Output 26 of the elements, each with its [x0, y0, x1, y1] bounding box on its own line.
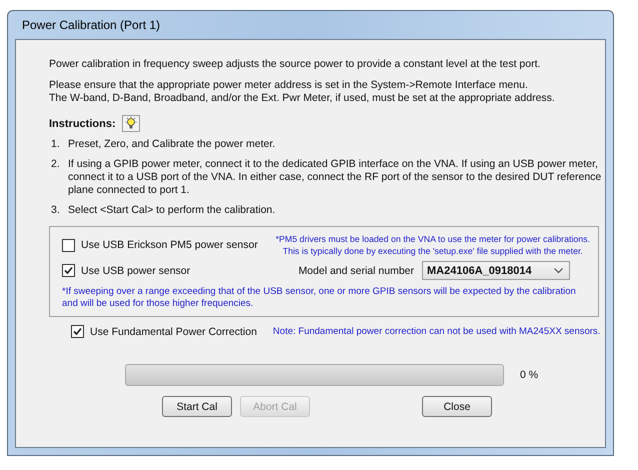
- pm5-note: *PM5 drivers must be loaded on the VNA to use the meter for power calibrations. This is typically done by executing the 'setup.exe' file supplied with the meter.: [276, 233, 590, 257]
- step-number: 3.: [50, 204, 61, 217]
- description-text: Please ensure that the appropriate power meter address is set in the System->Remote Interface menu. The W-band, D-Band, Broadband, and/or the Ext. Pwr Meter, if used, must be set at the appropriate address.: [49, 79, 556, 105]
- checkbox-label: Use USB Erickson PM5 power sensor: [81, 239, 258, 251]
- model-dropdown[interactable]: MA24106A_0918014: [422, 261, 570, 280]
- checkbox[interactable]: [71, 325, 84, 338]
- progress-reading: 0 %: [520, 369, 538, 381]
- model-label: Model and serial number: [298, 264, 414, 276]
- step-number: 1.: [50, 138, 61, 151]
- step-text: If using a GPIB power meter, connect it to the dedicated GPIB interface on the VNA. If using an USB power meter, connect it to a USB port of the VNA. In either case, connect the RF port of the sensor to the desired DUT reference plane connected to port 1.: [68, 158, 602, 197]
- window-title: Power Calibration (Port 1): [21, 17, 162, 34]
- checkbox-label: Use Fundamental Power Correction: [90, 326, 257, 338]
- instructions-label: Instructions:: [49, 118, 116, 130]
- chevron-down-icon: [554, 268, 563, 274]
- lightbulb-icon[interactable]: [122, 115, 140, 132]
- dialog-button[interactable]: Close: [422, 396, 492, 417]
- description-text: Power calibration in frequency sweep adjusts the source power to provide a constant level at the test port.: [49, 58, 542, 71]
- checkbox[interactable]: [62, 238, 75, 252]
- step-number: 2.: [50, 158, 61, 172]
- checkbox-label: Use USB power sensor: [81, 264, 190, 276]
- step-text: Preset, Zero, and Calibrate the power meter.: [68, 138, 276, 151]
- usb-sensor-note: *If sweeping over a range exceeding that of the USB sensor, one or more GPIB sensors will be expected by the calibration and will be used for those higher frequencies.: [62, 286, 577, 310]
- checkbox[interactable]: [62, 264, 75, 277]
- dialog-button[interactable]: Start Cal: [162, 396, 232, 417]
- fundamental-note: Note: Fundamental power correction can not be used with MA245XX sensors.: [272, 326, 600, 338]
- step-text: Select <Start Cal> to perform the calibration.: [68, 204, 276, 217]
